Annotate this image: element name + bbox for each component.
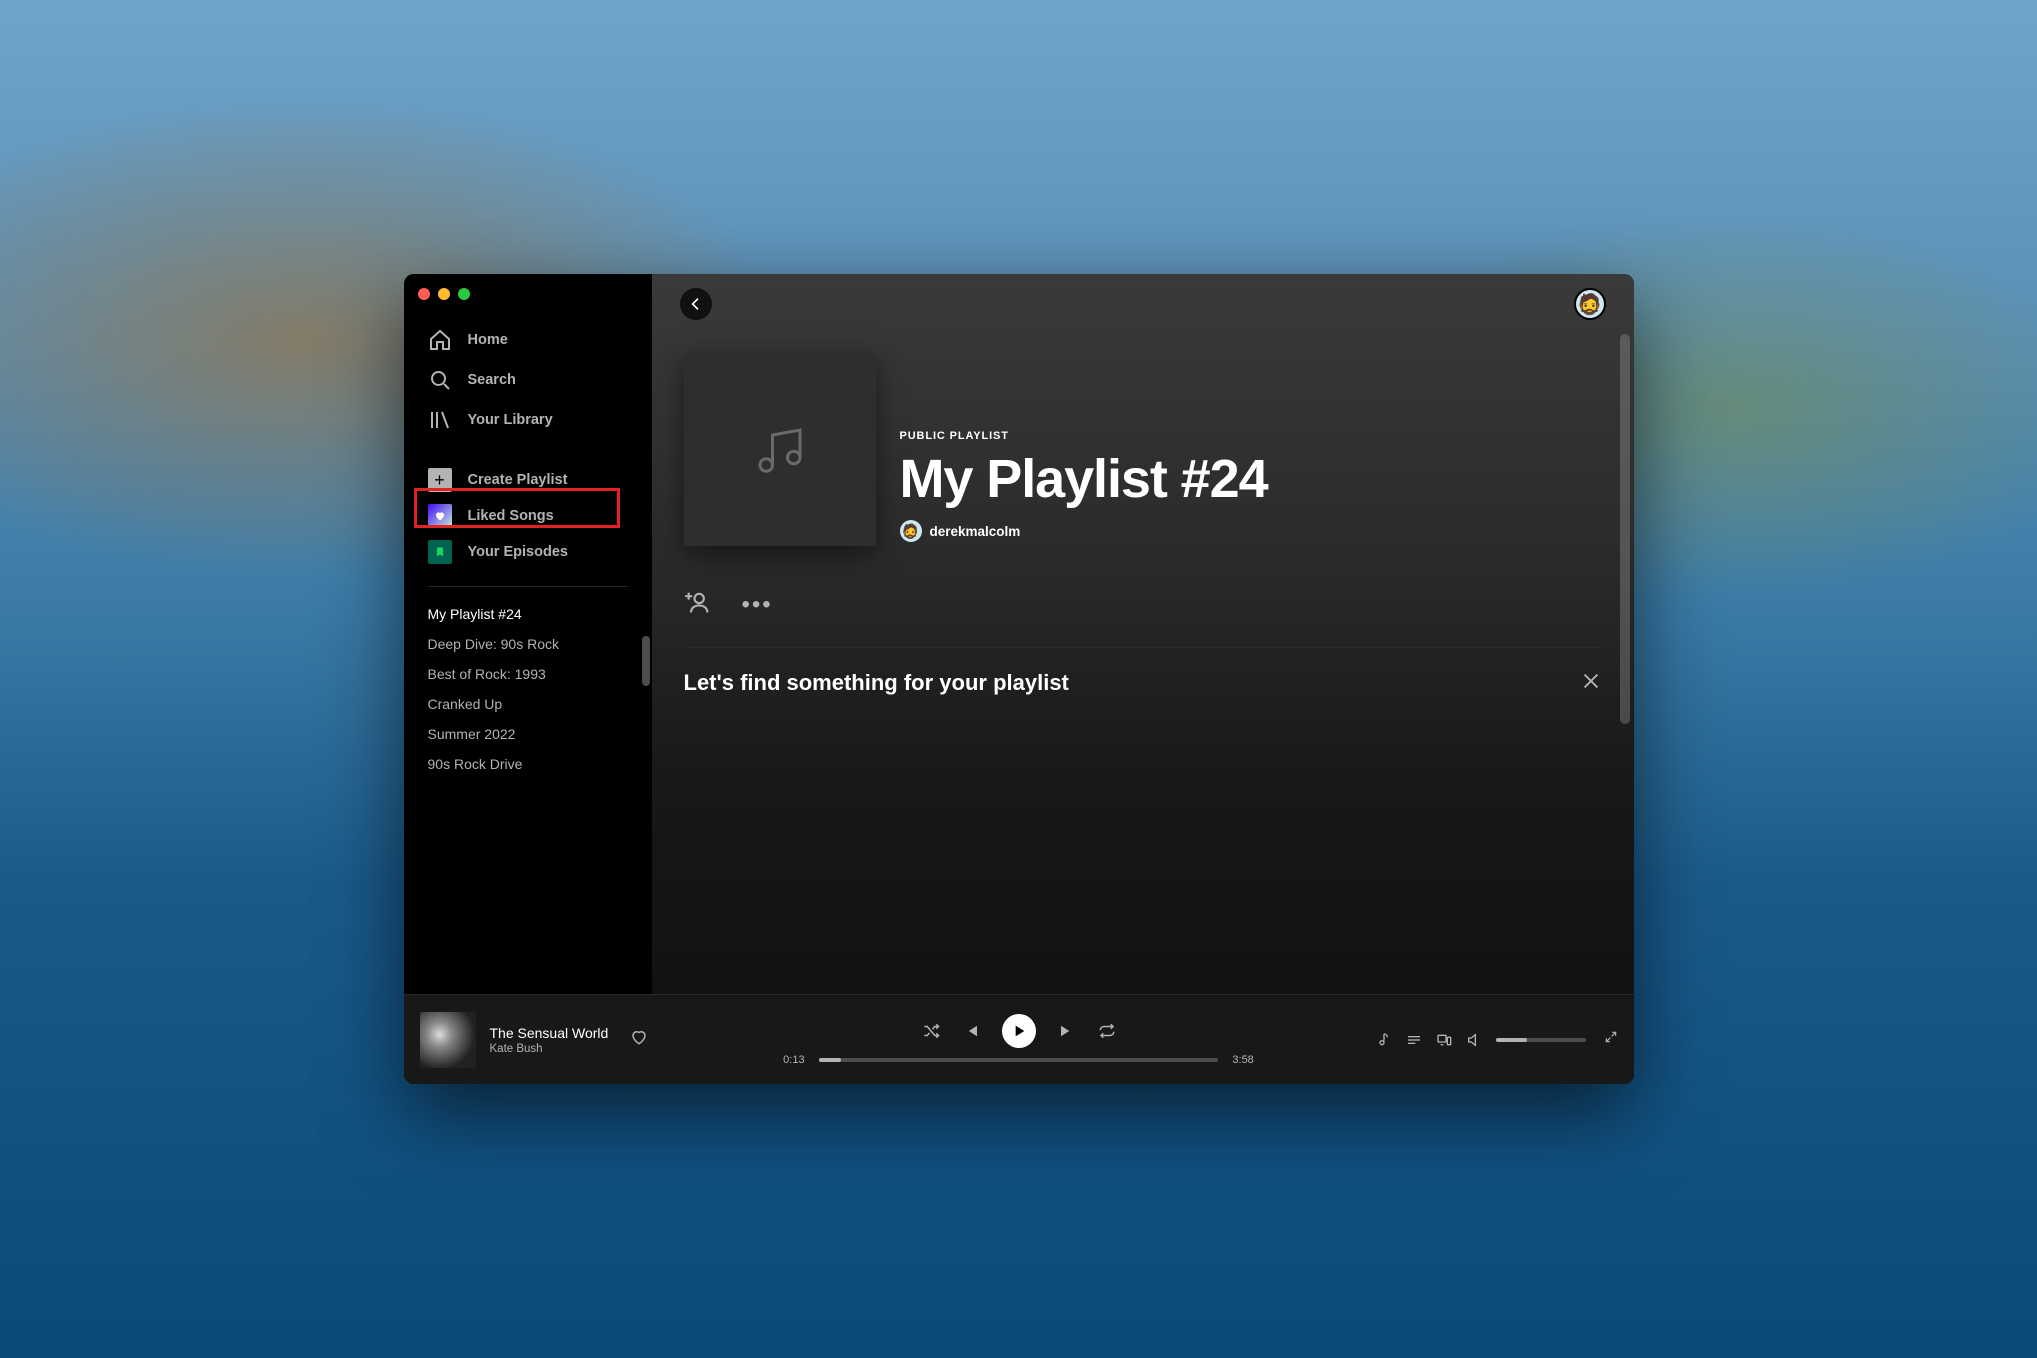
bookmark-icon (428, 540, 452, 564)
next-button[interactable] (1058, 1022, 1076, 1040)
playlist-item[interactable]: Deep Dive: 90s Rock (428, 629, 628, 659)
playlist-item[interactable]: 90s Rock Drive (428, 749, 628, 779)
playlist-item[interactable]: Best of Rock: 1993 (428, 659, 628, 689)
owner-name: derekmalcolm (930, 524, 1021, 539)
playlist-actions: ••• (652, 570, 1634, 647)
sidebar-scrollbar[interactable] (642, 636, 650, 686)
playlist-item[interactable]: Cranked Up (428, 689, 628, 719)
your-episodes-button[interactable]: Your Episodes (414, 534, 642, 570)
your-episodes-label: Your Episodes (468, 544, 568, 560)
queue-button[interactable] (1406, 1032, 1422, 1048)
now-playing-artist[interactable]: Kate Bush (490, 1043, 609, 1055)
shuffle-button[interactable] (922, 1022, 940, 1040)
window-controls (418, 288, 470, 300)
playlist-list[interactable]: My Playlist #24 Deep Dive: 90s Rock Best… (404, 591, 652, 994)
back-button[interactable] (680, 288, 712, 320)
playlist-header: PUBLIC PLAYLIST My Playlist #24 🧔 derekm… (652, 334, 1634, 570)
progress-fill (819, 1058, 841, 1062)
playlist-owner[interactable]: 🧔 derekmalcolm (900, 520, 1268, 542)
liked-songs-button[interactable]: Liked Songs (414, 498, 642, 534)
like-track-button[interactable] (630, 1028, 648, 1051)
playlist-type-tag: PUBLIC PLAYLIST (900, 430, 1268, 442)
maximize-window-button[interactable] (458, 288, 470, 300)
close-window-button[interactable] (418, 288, 430, 300)
sidebar-divider (428, 586, 628, 587)
nav-home-label: Home (468, 332, 508, 348)
content-scrollbar[interactable] (1620, 334, 1630, 724)
avatar-icon: 🧔 (1577, 292, 1602, 317)
plus-icon: + (428, 468, 452, 492)
more-options-button[interactable]: ••• (742, 591, 773, 619)
now-playing-artwork[interactable] (420, 1012, 476, 1068)
create-playlist-label: Create Playlist (468, 472, 568, 488)
nav-search-label: Search (468, 372, 516, 388)
elapsed-time: 0:13 (779, 1054, 809, 1066)
play-button[interactable] (1002, 1014, 1036, 1048)
home-icon (428, 328, 452, 352)
sidebar: Home Search Your Library + (404, 274, 652, 994)
nav-library[interactable]: Your Library (414, 400, 642, 440)
library-icon (428, 408, 452, 432)
topbar: 🧔 (652, 274, 1634, 334)
music-note-icon (750, 420, 810, 480)
nav-search[interactable]: Search (414, 360, 642, 400)
playlist-item[interactable]: My Playlist #24 (428, 599, 628, 629)
duration-time: 3:58 (1228, 1054, 1258, 1066)
search-icon (428, 368, 452, 392)
progress-bar[interactable] (819, 1058, 1218, 1062)
devices-button[interactable] (1436, 1032, 1452, 1048)
find-songs-prompt: Let's find something for your playlist (684, 670, 1602, 696)
close-find-button[interactable] (1580, 670, 1602, 697)
owner-avatar-icon: 🧔 (900, 520, 922, 542)
user-avatar[interactable]: 🧔 (1574, 288, 1606, 320)
volume-fill (1496, 1038, 1528, 1042)
liked-songs-label: Liked Songs (468, 508, 554, 524)
invite-collaborators-button[interactable] (684, 588, 712, 621)
playlist-item[interactable]: Summer 2022 (428, 719, 628, 749)
now-playing-track[interactable]: The Sensual World (490, 1025, 609, 1041)
now-playing-bar: The Sensual World Kate Bush (404, 994, 1634, 1084)
playlist-title[interactable]: My Playlist #24 (900, 448, 1268, 510)
volume-button[interactable] (1466, 1032, 1482, 1048)
main-content: 🧔 PUBLIC PLAYLIST My Playlist #24 🧔 dere… (652, 274, 1634, 994)
heart-icon (428, 504, 452, 528)
fullscreen-button[interactable] (1604, 1030, 1618, 1049)
lyrics-button[interactable] (1376, 1032, 1392, 1048)
nav-home[interactable]: Home (414, 320, 642, 360)
playlist-cover[interactable] (684, 354, 876, 546)
create-playlist-button[interactable]: + Create Playlist (414, 462, 642, 498)
previous-button[interactable] (962, 1022, 980, 1040)
volume-bar[interactable] (1496, 1038, 1586, 1042)
app-window: Home Search Your Library + (404, 274, 1634, 1084)
minimize-window-button[interactable] (438, 288, 450, 300)
nav-library-label: Your Library (468, 412, 553, 428)
repeat-button[interactable] (1098, 1022, 1116, 1040)
